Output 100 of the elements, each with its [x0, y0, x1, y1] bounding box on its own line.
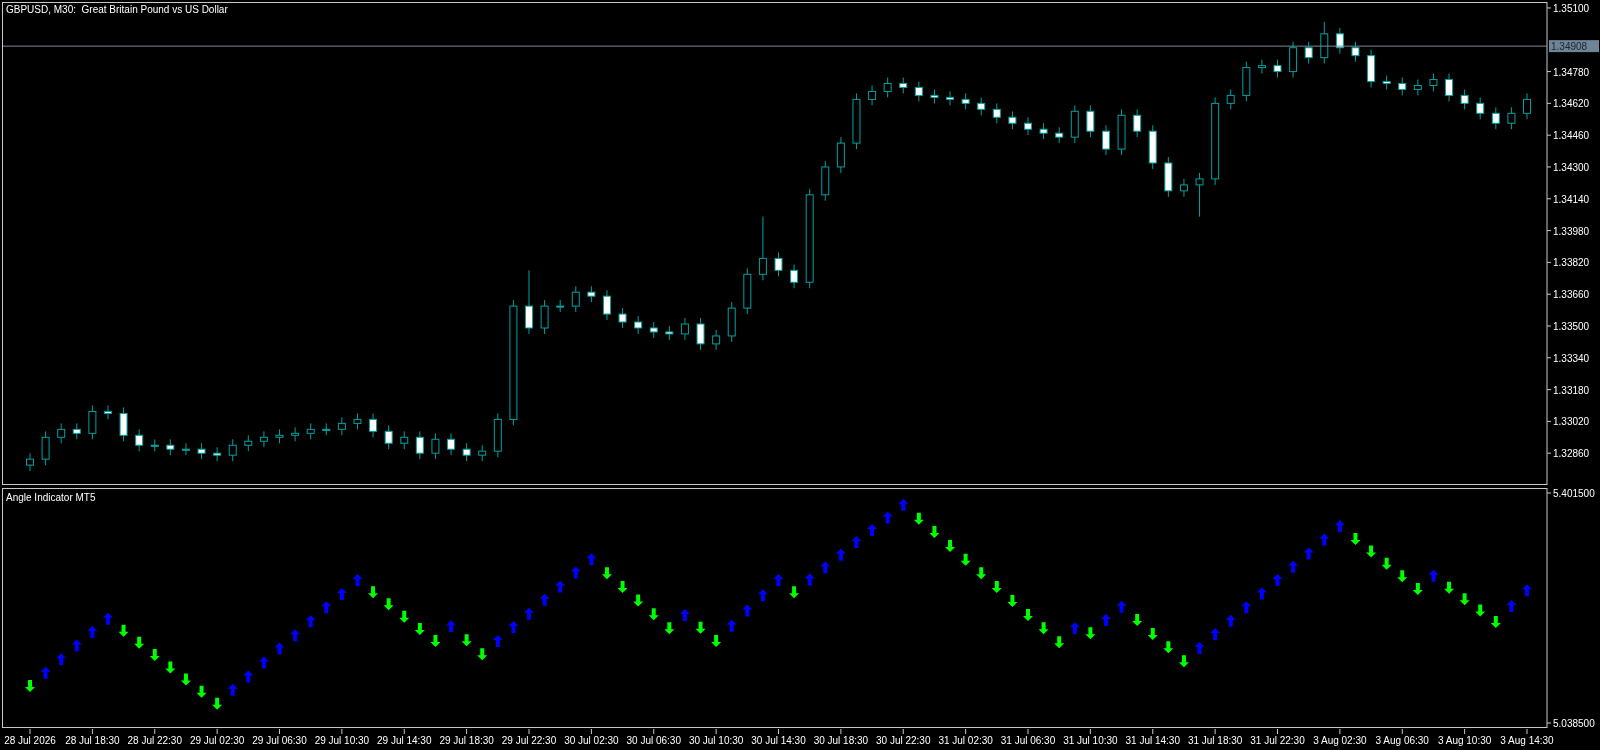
candlestick	[525, 269, 533, 335]
candlestick	[166, 438, 175, 456]
candlestick	[1070, 104, 1079, 144]
candlestick	[930, 88, 939, 104]
candlestick	[41, 430, 50, 466]
time-label: 3 Aug 02:30	[1313, 735, 1367, 746]
time-label: 29 Jul 14:30	[377, 735, 432, 746]
candlestick	[868, 85, 877, 106]
candlestick	[1148, 124, 1157, 170]
candlestick	[1289, 41, 1298, 79]
candlestick	[992, 102, 1001, 124]
candlestick	[493, 412, 502, 458]
time-label: 30 Jul 22:30	[876, 735, 931, 746]
candlestick	[478, 444, 487, 462]
candlestick	[1024, 116, 1032, 136]
candlestick	[244, 434, 253, 452]
time-label: 31 Jul 10:30	[1063, 735, 1118, 746]
candlestick	[680, 317, 689, 341]
candlestick	[1257, 59, 1266, 75]
time-label: 30 Jul 14:30	[751, 735, 806, 746]
time-label: 30 Jul 18:30	[813, 735, 869, 746]
price-label: 1.35100	[1553, 2, 1590, 14]
candlestick	[228, 438, 237, 462]
candlestick	[259, 430, 268, 448]
candlestick	[88, 405, 97, 440]
candlestick	[415, 430, 424, 460]
candlestick	[275, 428, 284, 444]
candlestick	[1460, 88, 1469, 110]
candlestick	[57, 422, 66, 444]
candlestick	[337, 416, 346, 436]
time-label: 30 Jul 02:30	[564, 735, 619, 746]
candlestick	[213, 446, 222, 462]
indicator-value-label: 5.038500	[1553, 718, 1595, 729]
candlestick	[1086, 104, 1095, 138]
candlestick	[1101, 124, 1110, 156]
time-label: 28 Jul 22:30	[127, 735, 182, 746]
time-label: 31 Jul 02:30	[938, 735, 993, 746]
chart-title: GBPUSD, M30: Great Britain Pound vs US Dollar	[6, 4, 228, 15]
candlestick	[322, 422, 331, 436]
time-label: 31 Jul 18:30	[1187, 735, 1243, 746]
candlestick	[1164, 156, 1173, 198]
price-label: 1.34300	[1553, 162, 1590, 173]
candlestick	[618, 307, 627, 329]
price-label: 1.33180	[1553, 384, 1590, 396]
candlestick	[1523, 92, 1531, 120]
price-label: 1.33500	[1553, 321, 1590, 332]
time-label: 30 Jul 06:30	[626, 735, 681, 746]
price-label: 1.34460	[1553, 130, 1590, 142]
candlestick	[883, 77, 892, 98]
candlestick	[836, 136, 845, 174]
price-label: 1.33980	[1553, 225, 1590, 237]
candlestick	[1008, 110, 1017, 130]
candlestick	[1335, 27, 1344, 55]
price-label: 1.33820	[1553, 257, 1590, 269]
candlestick	[1226, 88, 1235, 110]
candlestick	[1179, 178, 1188, 198]
candlestick	[1304, 41, 1313, 65]
candlestick	[1382, 75, 1391, 90]
time-label: 29 Jul 22:30	[501, 735, 557, 746]
candlestick	[181, 442, 190, 456]
candlestick	[150, 438, 159, 452]
time-label: 29 Jul 06:30	[252, 735, 307, 746]
candlestick	[400, 430, 409, 450]
candlestick	[571, 285, 580, 313]
candlestick	[197, 442, 206, 460]
indicator-title: Angle Indicator MT5	[6, 492, 96, 503]
candlestick	[72, 422, 81, 440]
price-label: 1.34780	[1553, 66, 1590, 78]
ref-line-label: 1.34908	[1551, 41, 1588, 53]
candlestick	[103, 405, 112, 420]
candlestick	[1351, 41, 1360, 63]
candlestick	[774, 251, 783, 277]
candlestick	[135, 428, 144, 452]
time-label: 29 Jul 10:30	[314, 735, 370, 746]
candlestick	[899, 77, 908, 94]
candlestick	[1445, 73, 1454, 102]
candlestick	[1195, 172, 1204, 218]
candlestick	[946, 90, 955, 106]
candlestick	[556, 299, 565, 313]
candlestick	[587, 285, 596, 303]
candlestick	[1039, 122, 1048, 140]
candlestick	[712, 329, 721, 351]
price-label: 1.33340	[1553, 352, 1590, 364]
candlestick	[1429, 73, 1438, 92]
price-label: 1.34620	[1553, 98, 1590, 110]
candlestick	[384, 424, 393, 450]
candlestick	[743, 267, 752, 315]
candlestick	[447, 432, 456, 456]
candlestick	[1133, 108, 1142, 138]
candlestick	[727, 301, 736, 343]
candlestick	[961, 92, 970, 110]
price-label: 1.34140	[1553, 193, 1590, 205]
candlestick	[1320, 21, 1329, 65]
candlestick	[291, 426, 300, 442]
candlestick	[1398, 77, 1407, 96]
time-label: 28 Jul 2026	[4, 735, 56, 746]
candlestick	[1507, 106, 1516, 130]
candlestick	[353, 412, 362, 430]
time-label: 29 Jul 18:30	[439, 735, 494, 746]
time-label: 28 Jul 18:30	[65, 735, 120, 746]
